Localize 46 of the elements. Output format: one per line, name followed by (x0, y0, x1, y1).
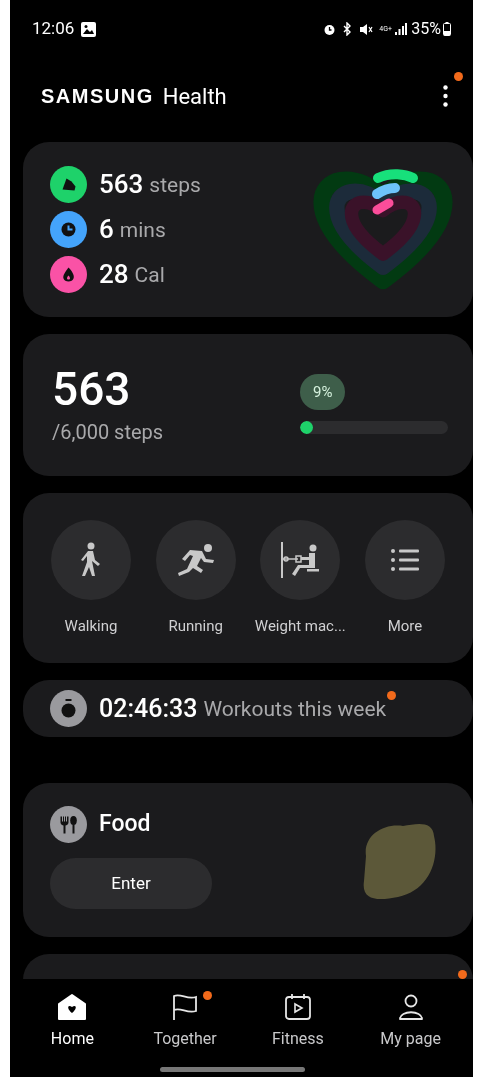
workout-time-card[interactable]: 02:46:33 Workouts this week (23, 680, 473, 737)
workout-shortcut[interactable]: Walking (50, 520, 132, 663)
enter-button[interactable]: Enter (50, 858, 212, 909)
workout-label: More (387, 616, 423, 637)
metric-value: 563 (99, 168, 144, 201)
video-calendar-icon (283, 993, 312, 1021)
metric-unit: steps (149, 172, 201, 200)
workout-duration-label: Workouts this week (203, 697, 387, 722)
workout-shortcut[interactable]: More (363, 520, 446, 663)
flag-icon (171, 993, 200, 1021)
home-heart-icon (57, 993, 88, 1021)
metric-unit: mins (119, 217, 166, 245)
metric-value: 6 (99, 213, 114, 246)
activity-card[interactable]: 563 steps 6 mins 28 Cal (23, 142, 473, 317)
person-icon (396, 993, 425, 1021)
metric-unit: Cal (134, 262, 165, 290)
fork-spoon-icon (50, 806, 87, 843)
battery-percent: 35% (411, 18, 441, 40)
clock-time: 12:06 (32, 17, 75, 41)
steps-goal: /6,000 steps (52, 419, 164, 446)
workout-shortcut[interactable]: Running (154, 520, 237, 663)
steps-card[interactable]: 563 /6,000 steps 9% (23, 334, 473, 476)
percent-badge: 9% (300, 373, 346, 411)
workout-label: Walking (64, 616, 118, 637)
workout-duration: 02:46:33 (99, 692, 198, 725)
nav-tab[interactable]: Home (27, 993, 118, 1051)
brand-logo-text: SAMSUNG (41, 84, 154, 109)
more-icon (442, 85, 448, 107)
list-icon (389, 548, 420, 572)
workout-label: Weight mac... (254, 616, 346, 637)
running-person-icon (175, 542, 216, 578)
nav-tab[interactable]: Fitness (252, 993, 343, 1051)
stopwatch-icon (50, 690, 87, 727)
alarm-icon (323, 22, 337, 36)
food-card[interactable]: Food Enter (23, 783, 473, 937)
steps-count: 563 (52, 363, 132, 415)
workout-label: Running (168, 616, 223, 637)
nav-tab[interactable]: Together (140, 993, 231, 1051)
signal-icon (395, 23, 408, 35)
app-title: Health (162, 82, 227, 111)
nav-tab[interactable]: My page (365, 993, 456, 1051)
food-title: Food (99, 809, 151, 840)
metric-value: 28 (99, 258, 129, 291)
image-icon (81, 21, 97, 37)
battery-icon (443, 22, 451, 36)
mute-icon (359, 22, 374, 36)
